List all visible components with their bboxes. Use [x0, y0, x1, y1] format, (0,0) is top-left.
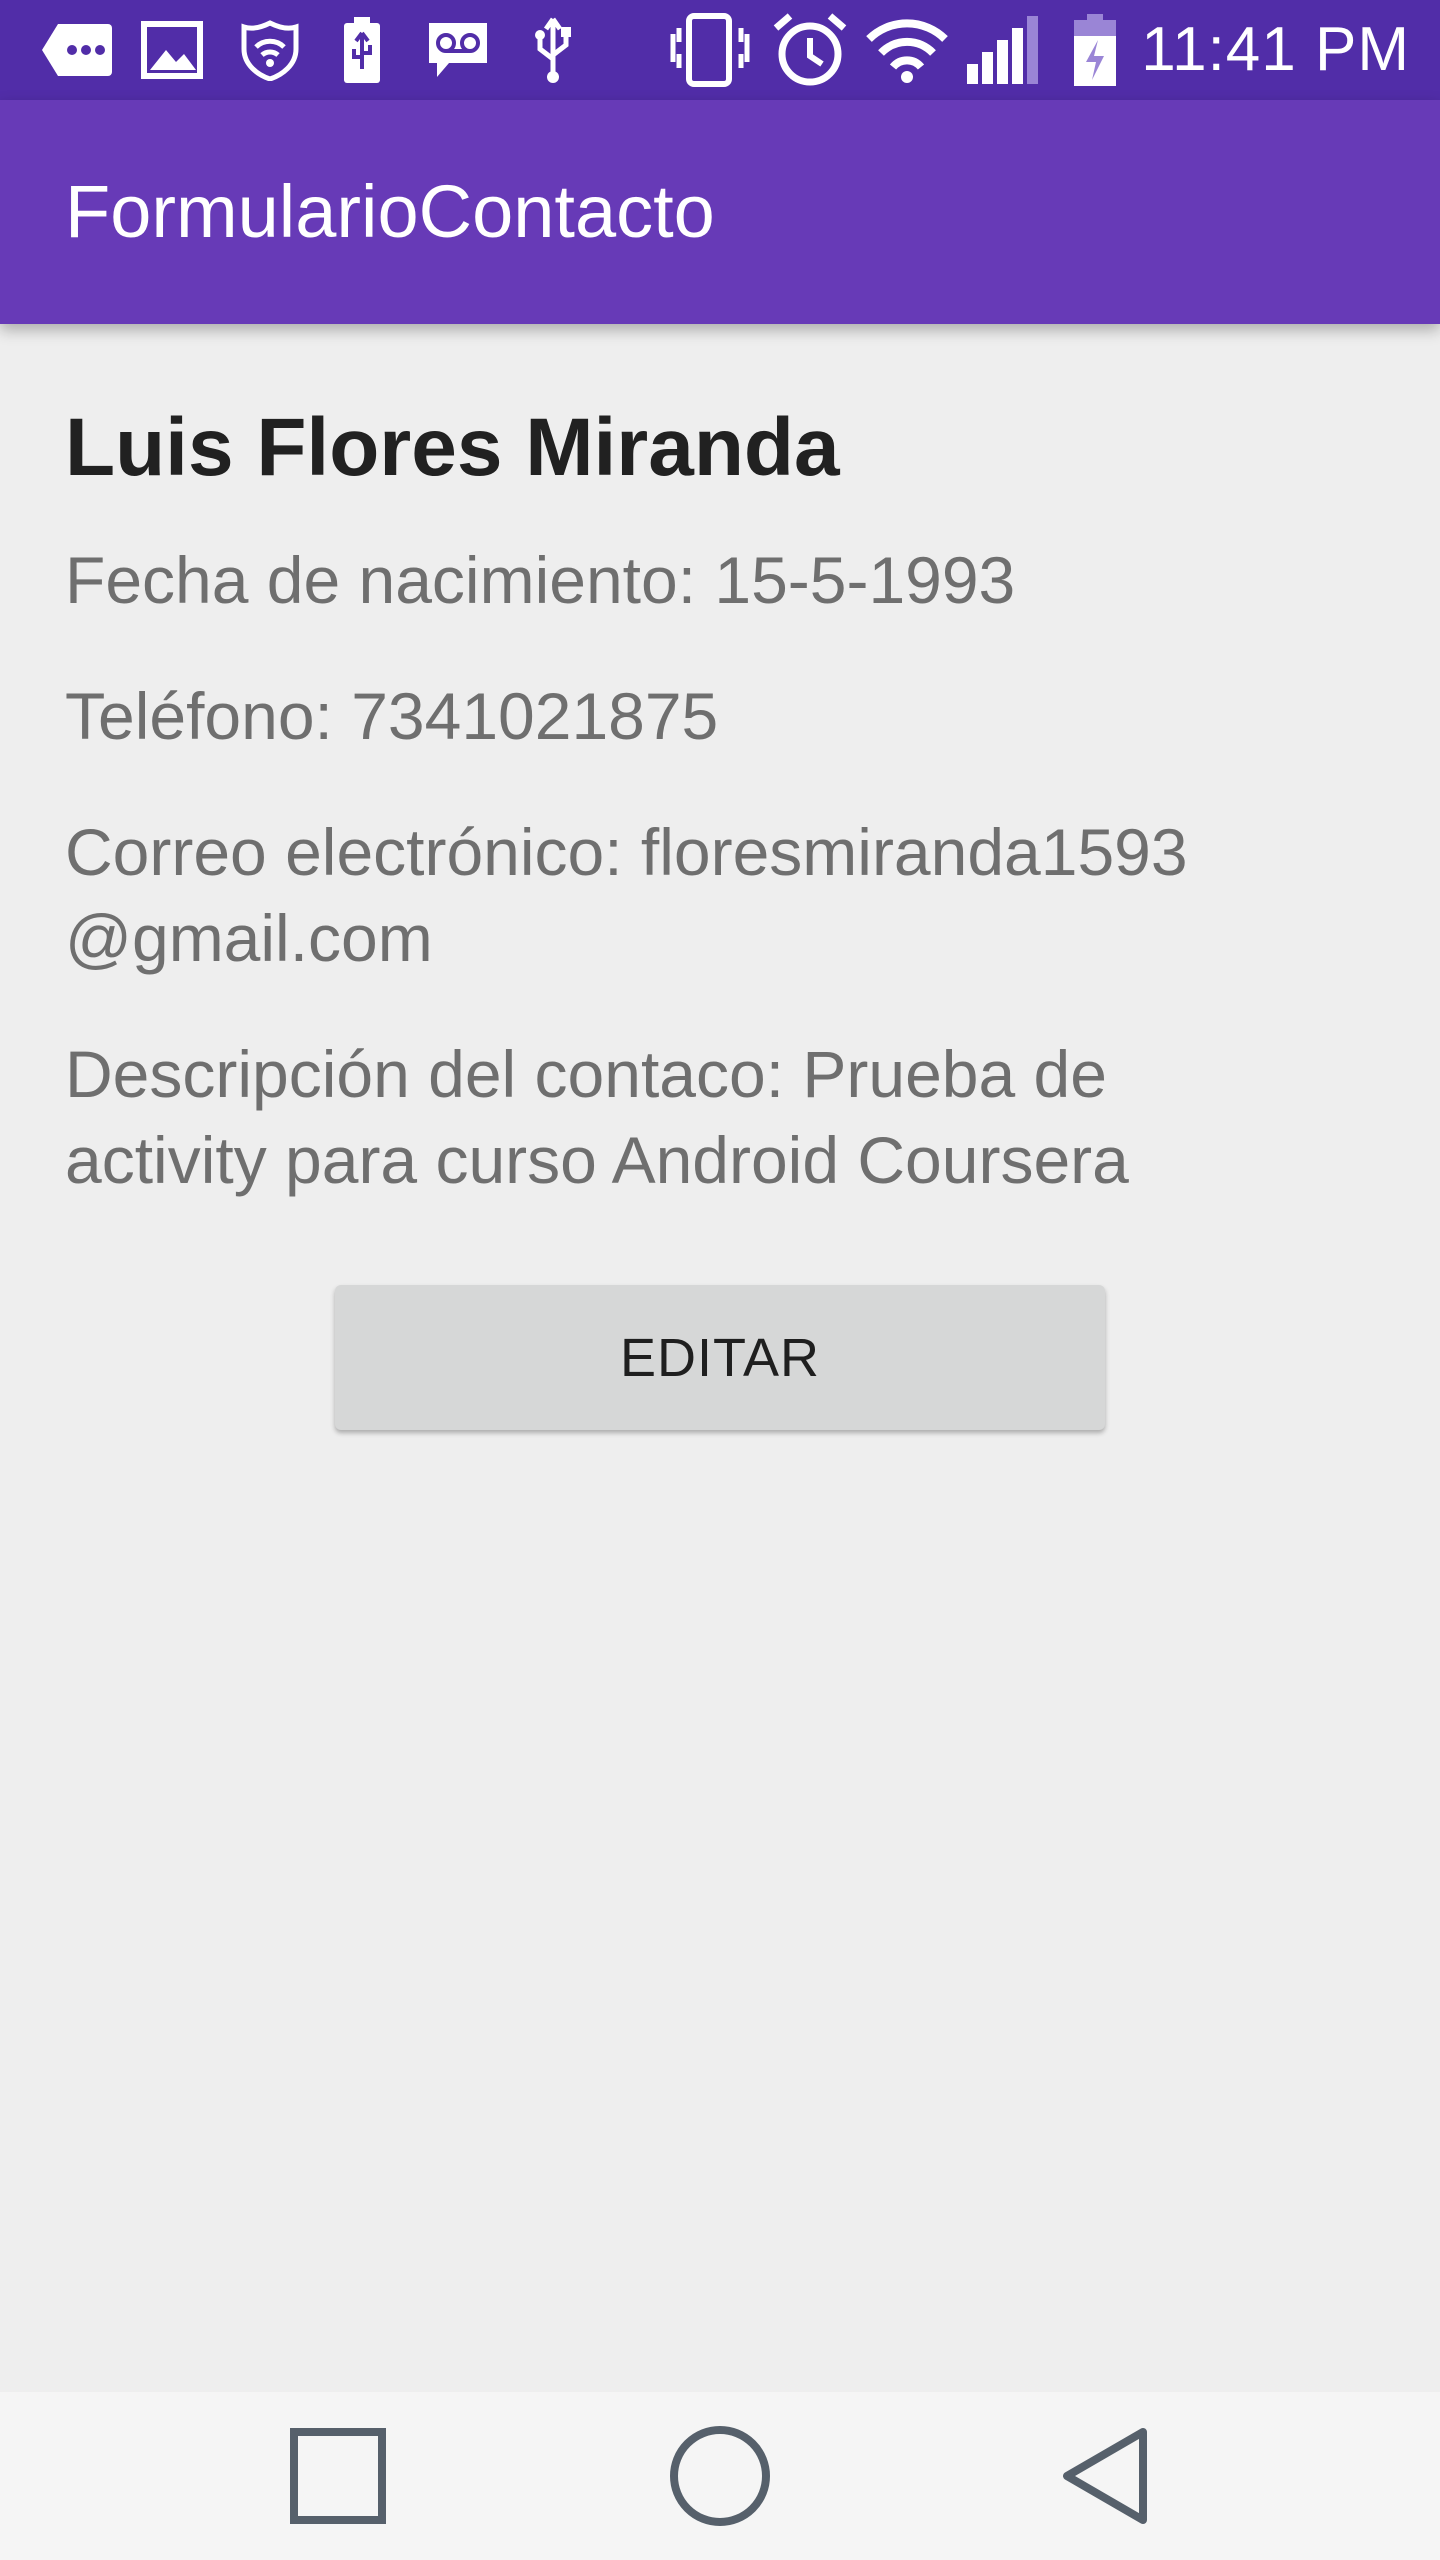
birth-date: Fecha de nacimiento: 15-5-1993: [65, 543, 1016, 618]
edit-button[interactable]: EDITAR: [335, 1285, 1105, 1430]
email-line-2: @gmail.com: [65, 901, 433, 976]
image-icon: [140, 14, 204, 86]
description: Descripción del contaco: Prueba de activ…: [65, 1031, 1375, 1203]
recents-square-icon: [290, 2428, 386, 2524]
email: Correo electrónico: floresmiranda1593 @g…: [65, 809, 1375, 981]
app-bar: FormularioContacto: [0, 100, 1440, 324]
status-time: 11:41 PM: [1141, 15, 1410, 84]
app-title: FormularioContacto: [65, 170, 715, 253]
signal-icon: [965, 14, 1045, 86]
home-button[interactable]: [620, 2392, 820, 2560]
usb-battery-icon: [340, 14, 384, 86]
navigation-bar: [0, 2392, 1440, 2560]
status-bar: 11:41 PM: [0, 0, 1440, 100]
recents-button[interactable]: [238, 2392, 438, 2560]
alarm-icon: [770, 13, 850, 86]
battery-charging-icon: [1070, 14, 1120, 86]
home-circle-icon: [670, 2426, 770, 2526]
usb-icon: [530, 14, 576, 86]
back-button[interactable]: [1005, 2392, 1205, 2560]
wifi-icon: [865, 14, 949, 86]
back-triangle-icon: [1063, 2428, 1147, 2524]
contact-name: Luis Flores Miranda: [65, 402, 840, 493]
vibrate-icon: [665, 13, 755, 87]
email-line-1: Correo electrónico: floresmiranda1593: [65, 815, 1188, 890]
phone: Teléfono: 7341021875: [65, 679, 719, 754]
description-line-2: activity para curso Android Coursera: [65, 1123, 1129, 1198]
vpn-shield-icon: [240, 14, 300, 86]
description-line-1: Descripción del contaco: Prueba de: [65, 1037, 1107, 1112]
contact-details: Luis Flores Miranda Fecha de nacimiento:…: [65, 324, 1375, 1203]
voicemail-icon: [425, 14, 491, 86]
more-notifications-icon: [40, 14, 114, 86]
